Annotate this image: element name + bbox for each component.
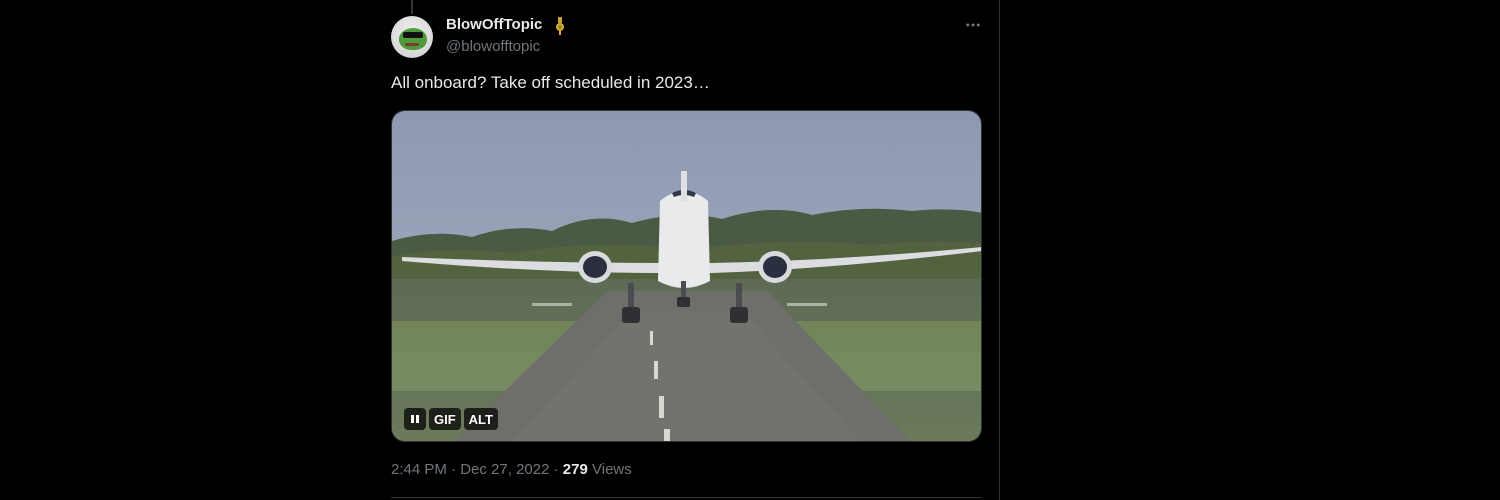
- pause-button[interactable]: [404, 408, 426, 430]
- media-controls: GIF ALT: [404, 408, 498, 430]
- views-label: Views: [592, 461, 632, 478]
- sunglasses-icon: [403, 32, 423, 38]
- tweet-time-link[interactable]: 2:44 PM · Dec 27, 2022: [391, 461, 549, 478]
- tweet-metadata: 2:44 PM · Dec 27, 2022 · 279 Views: [391, 461, 632, 478]
- views-count: 279: [562, 461, 588, 478]
- alt-text-button[interactable]: ALT: [463, 408, 498, 430]
- more-options-button[interactable]: [958, 12, 988, 38]
- thread-connector-line: [411, 0, 413, 14]
- military-medal-icon: [556, 17, 564, 35]
- tweet-time: 2:44 PM: [391, 461, 447, 478]
- author-handle[interactable]: @blowofftopic: [446, 38, 540, 55]
- avatar[interactable]: [391, 16, 433, 58]
- tweet-date: Dec 27, 2022: [460, 461, 550, 478]
- pause-icon: [411, 415, 419, 423]
- author-display-name[interactable]: BlowOffTopic: [446, 16, 542, 33]
- avatar-mouth: [405, 43, 419, 46]
- meta-separator: ·: [553, 461, 559, 478]
- tweet-text: All onboard? Take off scheduled in 2023…: [391, 73, 710, 92]
- more-horizontal-icon: [966, 23, 980, 27]
- tweet-media-gif[interactable]: [391, 110, 982, 442]
- divider: [391, 497, 982, 498]
- airplane-takeoff-image: [392, 111, 981, 441]
- meta-separator: ·: [451, 461, 457, 478]
- gif-badge[interactable]: GIF: [429, 408, 461, 430]
